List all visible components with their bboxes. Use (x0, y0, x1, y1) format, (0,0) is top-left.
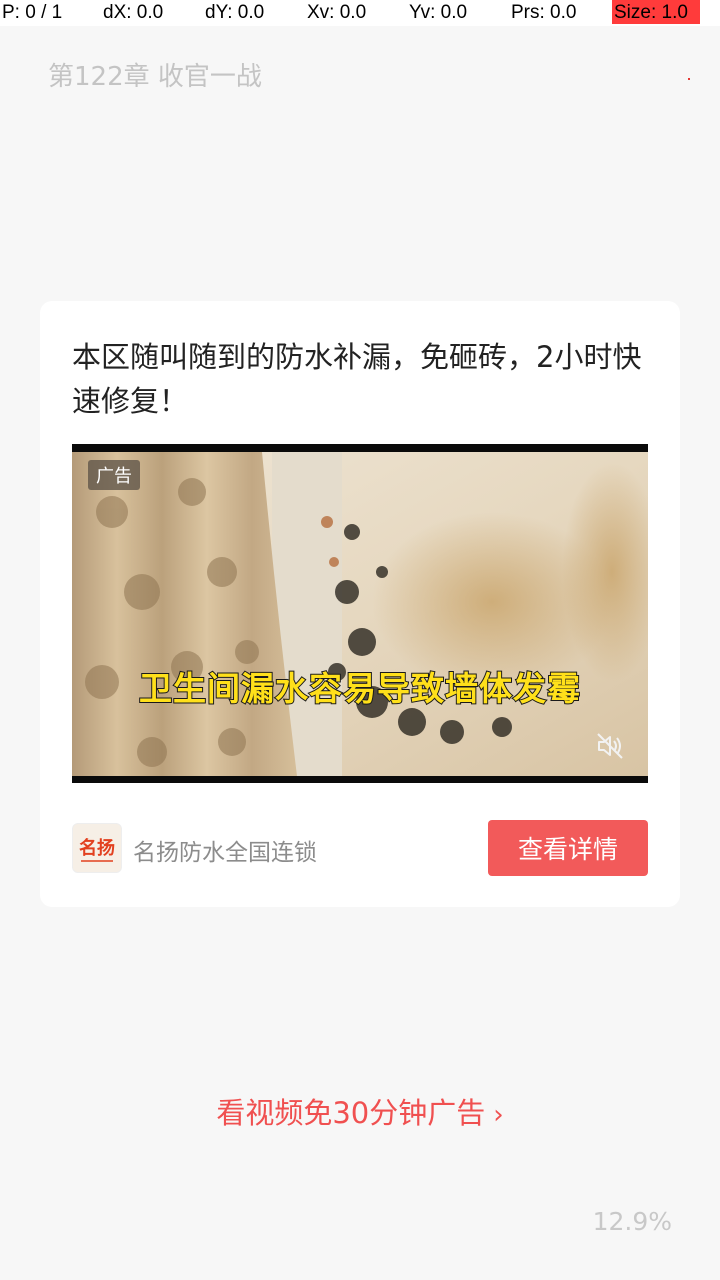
video-caption: 卫生间漏水容易导致墙体发霉 (138, 668, 581, 709)
delta-x: dX: 0.0 (103, 2, 164, 23)
pointer-count: P: 0 / 1 (2, 2, 63, 23)
ad-card[interactable]: 本区随叫随到的防水补漏，免砸砖，2小时快速修复！ 广告 卫生间漏水容易导致墙体发… (40, 301, 680, 907)
reader-page: P: 0 / 1 dX: 0.0 dY: 0.0 Xv: 0.0 Yv: 0.0… (0, 0, 720, 1280)
touch-size: Size: 1.0 (612, 0, 700, 24)
ad-label-badge: 广告 (88, 460, 140, 490)
muted-speaker-icon[interactable] (594, 730, 626, 762)
reading-progress: 12.9% (592, 1207, 672, 1236)
svg-text:名扬: 名扬 (79, 837, 115, 859)
pressure: Prs: 0.0 (511, 2, 577, 23)
video-thumbnail-image (72, 452, 648, 776)
ad-headline[interactable]: 本区随叫随到的防水补漏，免砸砖，2小时快速修复！ (72, 335, 652, 423)
ad-video-frame (72, 452, 648, 776)
advertiser-name[interactable]: 名扬防水全国连锁 (133, 833, 317, 867)
notification-dot (688, 78, 690, 80)
watch-video-remove-ads-link[interactable]: 看视频免30分钟广告 › (0, 1090, 720, 1132)
pointer-debug-overlay: P: 0 / 1 dX: 0.0 dY: 0.0 Xv: 0.0 Yv: 0.0… (0, 0, 720, 26)
view-details-button[interactable]: 查看详情 (488, 820, 648, 876)
advertiser-logo: 名扬 (72, 823, 122, 873)
x-velocity: Xv: 0.0 (307, 2, 367, 23)
watch-video-label: 看视频免30分钟广告 (216, 1096, 486, 1130)
delta-y: dY: 0.0 (205, 2, 265, 23)
y-velocity: Yv: 0.0 (409, 2, 468, 23)
chevron-right-icon: › (493, 1100, 504, 1130)
ad-video-player[interactable]: 广告 卫生间漏水容易导致墙体发霉 (72, 444, 648, 783)
chapter-title: 第122章 收官一战 (48, 62, 262, 92)
